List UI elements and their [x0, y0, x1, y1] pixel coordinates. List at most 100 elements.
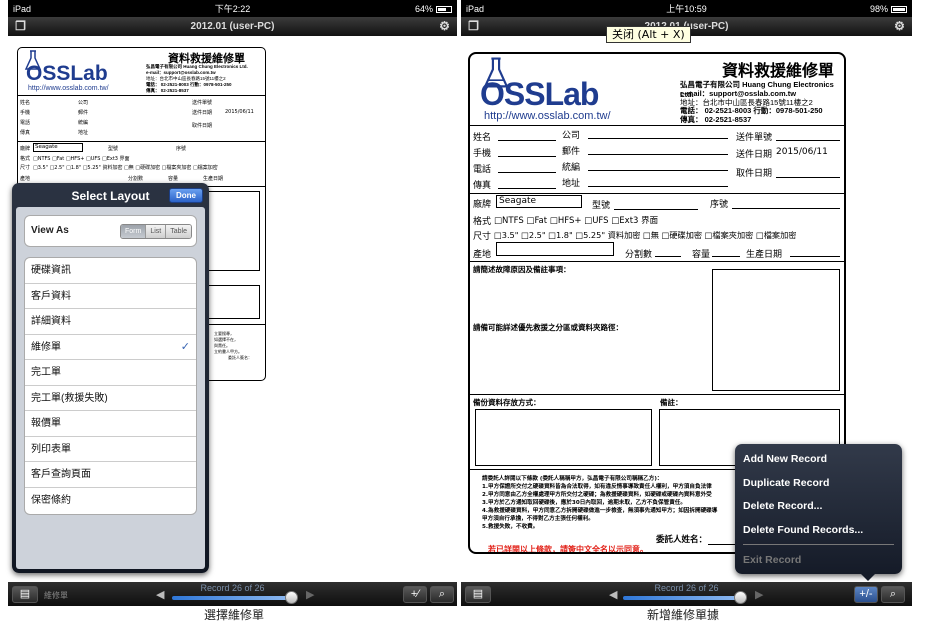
terms-line: 請委託人詳閱以下條款 (委託人稱稱甲方，弘昌電子有限公司稱稱乙方)： — [482, 476, 663, 482]
terms-line: 5.救援失敗，不收費。 — [482, 524, 539, 530]
find-button[interactable]: ⌕ — [430, 586, 454, 603]
serial-label: 序號 — [176, 146, 187, 152]
company-fax: 傳真： 02-2521-8537 — [680, 115, 752, 124]
segment-table[interactable]: Table — [166, 225, 191, 238]
add-new-record-item[interactable]: Add New Record — [743, 448, 894, 472]
prev-record-arrow[interactable]: ◀ — [609, 588, 617, 601]
mfg-date-label: 生產日期 — [746, 250, 783, 260]
note-line: 委託人簽名： — [228, 355, 252, 360]
windows-icon[interactable]: ❐ — [467, 20, 480, 33]
battery-icon — [436, 5, 452, 13]
partitions-label: 分割數 — [128, 176, 144, 182]
mobile-field[interactable] — [498, 156, 556, 157]
segment-form[interactable]: Form — [121, 225, 147, 238]
delivery-date-value[interactable]: 2015/06/11 — [776, 147, 828, 157]
agree-notice: 若已詳閱以上條款，請簽中文全名以示同意。 — [488, 545, 648, 554]
taxid-field[interactable] — [588, 170, 728, 171]
layout-item[interactable]: 客戶資料 — [25, 284, 196, 309]
record-slider[interactable] — [172, 596, 292, 600]
model-field[interactable] — [614, 209, 698, 210]
gear-icon[interactable]: ⚙ — [438, 20, 451, 33]
layout-item[interactable]: 保密條約 — [25, 488, 196, 514]
window-title: 2012.01 (user-PC) — [190, 21, 275, 32]
close-tooltip: 关闭 (Alt + X) — [606, 26, 691, 43]
layout-item[interactable]: 完工單(救援失敗) — [25, 386, 196, 411]
popover-body: View As Form List Table 硬碟資訊 客戶資料 詳細資料 維… — [16, 207, 205, 569]
capacity-field[interactable] — [712, 256, 740, 257]
brand-field[interactable]: Seagate — [496, 195, 582, 208]
format-label: 格式 — [20, 156, 31, 162]
delivery-date-value[interactable]: 2015/06/11 — [225, 109, 254, 115]
layout-item[interactable]: 完工單 — [25, 360, 196, 386]
layout-item[interactable]: 報價單 — [25, 411, 196, 437]
capacity-label: 容量 — [692, 250, 711, 260]
layout-item[interactable]: 硬碟資訊 — [25, 258, 196, 284]
fax-field[interactable] — [498, 188, 556, 189]
layout-item[interactable]: 列印表單 — [25, 437, 196, 462]
duplicate-record-item[interactable]: Duplicate Record — [743, 472, 894, 496]
next-record-arrow[interactable]: ▶ — [306, 588, 314, 601]
done-button[interactable]: Done — [169, 188, 203, 203]
address-field[interactable] — [588, 186, 728, 187]
brand-label: 廠牌 — [20, 146, 31, 152]
tel-field[interactable] — [498, 172, 556, 173]
brand-label: 廠牌 — [473, 200, 492, 210]
next-record-arrow[interactable]: ▶ — [755, 588, 763, 601]
add-delete-button[interactable]: +⁄ — [403, 586, 427, 603]
company-label: 公司 — [562, 131, 581, 141]
name-field[interactable] — [498, 140, 556, 141]
layout-item[interactable]: 客戶查詢頁面 — [25, 462, 196, 488]
checkmark-icon: ✓ — [180, 340, 190, 353]
gear-icon[interactable]: ⚙ — [893, 20, 906, 33]
fax-label: 傳真 — [473, 181, 492, 191]
delete-record-item[interactable]: Delete Record... — [743, 495, 894, 519]
email-field[interactable] — [588, 154, 728, 155]
remark-box[interactable] — [208, 285, 260, 319]
size-label: 尺寸 — [473, 232, 492, 242]
prev-record-arrow[interactable]: ◀ — [156, 588, 164, 601]
backup-box[interactable] — [475, 409, 652, 466]
mfg-date-field[interactable] — [790, 256, 840, 257]
format-options[interactable]: □NTFS □Fat □HFS+ □UFS □Ext3 界面 — [33, 155, 130, 162]
layouts-button[interactable]: ▤ — [12, 586, 38, 603]
layout-item[interactable]: 詳細資料 — [25, 309, 196, 335]
form-title: 資料救援維修單 — [722, 61, 835, 80]
record-slider-knob[interactable] — [734, 591, 747, 604]
drive-section: 廠牌 Seagate 型號 序號 格式 □NTFS □Fat □HFS+ □UF… — [470, 194, 844, 262]
format-options[interactable]: □NTFS □Fat □HFS+ □UFS □Ext3 界面 — [494, 214, 658, 226]
layout-item-selected[interactable]: 維修單 ✓ — [25, 335, 196, 360]
capacity-label: 容量 — [168, 176, 179, 182]
menu-divider — [743, 544, 894, 545]
name-label: 姓名 — [20, 100, 31, 106]
view-as-label: View As — [31, 225, 69, 236]
record-slider[interactable] — [623, 596, 741, 600]
origin-field[interactable] — [496, 242, 614, 256]
client-sign-field[interactable] — [708, 544, 738, 545]
email-label: 郵件 — [562, 147, 581, 157]
battery-percent: 64% — [414, 3, 433, 14]
delivery-date-label: 送件日期 — [192, 110, 213, 116]
serial-field[interactable] — [732, 208, 840, 209]
brand-field[interactable]: Seagate — [33, 143, 83, 152]
pickup-date-field[interactable] — [776, 177, 840, 178]
delivery-no-field[interactable] — [776, 140, 840, 141]
osslab-url[interactable]: http://www.osslab.com.tw/ — [28, 85, 109, 92]
partitions-field[interactable] — [655, 256, 681, 257]
layout-name: 維修單 — [44, 591, 68, 600]
find-button[interactable]: ⌕ — [881, 586, 905, 603]
taxid-label: 統編 — [562, 163, 581, 173]
fault-box[interactable] — [208, 191, 260, 271]
size-options[interactable]: □3.5" □2.5" □1.8" □5.25" 資料加密 □無 □硬碟加密 □… — [494, 229, 796, 241]
segment-list[interactable]: List — [146, 225, 167, 238]
delete-found-records-item[interactable]: Delete Found Records... — [743, 519, 894, 543]
form-header: OSSLab http://www.osslab.com.tw/ 資料救援維修單… — [470, 54, 844, 126]
fault-box[interactable] — [712, 269, 840, 391]
size-options[interactable]: □3.5" □2.5" □1.8" □5.25" 資料加密 □無 □硬碟加密 □… — [33, 164, 218, 171]
osslab-url[interactable]: http://www.osslab.com.tw/ — [484, 110, 611, 122]
add-delete-button[interactable]: +/- — [854, 586, 878, 603]
fault-label: 請簡述故障原因及備註事項： — [473, 265, 571, 274]
layouts-button[interactable]: ▤ — [465, 586, 491, 603]
record-slider-knob[interactable] — [285, 591, 298, 604]
company-field[interactable] — [588, 138, 728, 139]
windows-icon[interactable]: ❐ — [14, 20, 27, 33]
